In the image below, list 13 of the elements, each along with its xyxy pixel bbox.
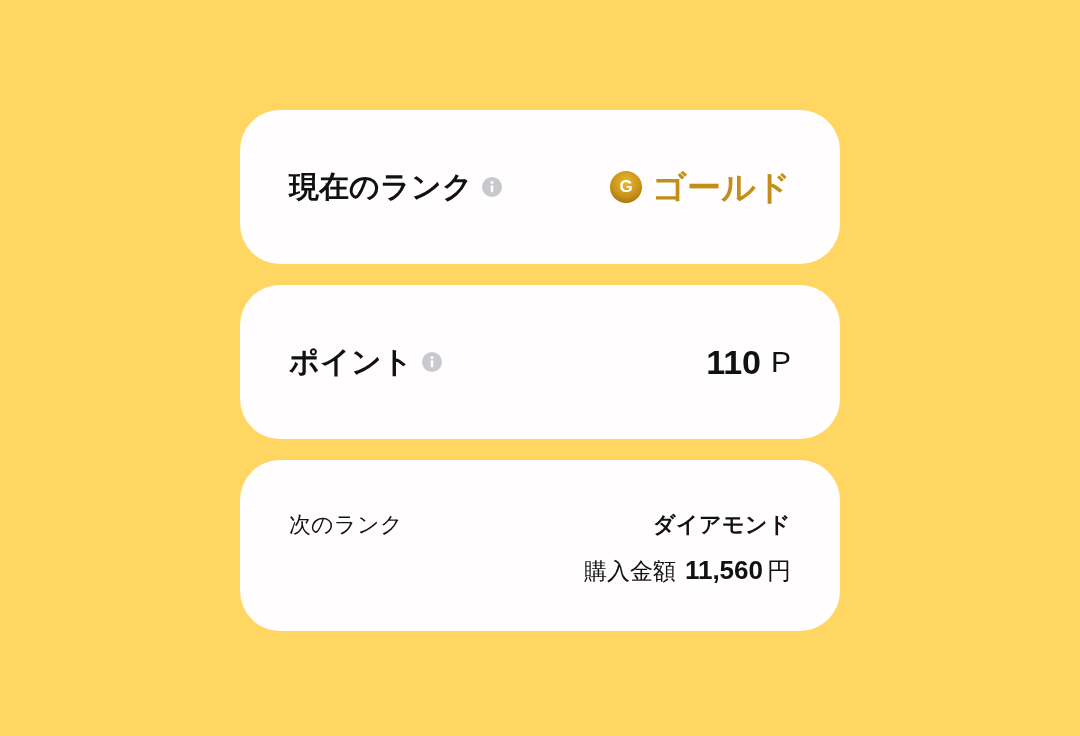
rank-label: 現在のランク (289, 169, 473, 205)
amount-label: 購入金額 (583, 558, 676, 586)
points-unit: P (771, 344, 791, 380)
amount-value: 11,560 (684, 555, 763, 587)
amount-unit: 円 (767, 557, 791, 587)
next-rank-label: 次のランク (289, 512, 403, 539)
info-icon[interactable] (482, 177, 502, 197)
rank-emblem: G (610, 171, 642, 203)
info-icon[interactable] (422, 352, 442, 372)
points-value: 110 (706, 341, 761, 383)
next-rank-value: ダイアモンド (653, 512, 791, 539)
points-label: ポイント (289, 344, 413, 380)
rank-value: ゴールド (652, 166, 791, 208)
